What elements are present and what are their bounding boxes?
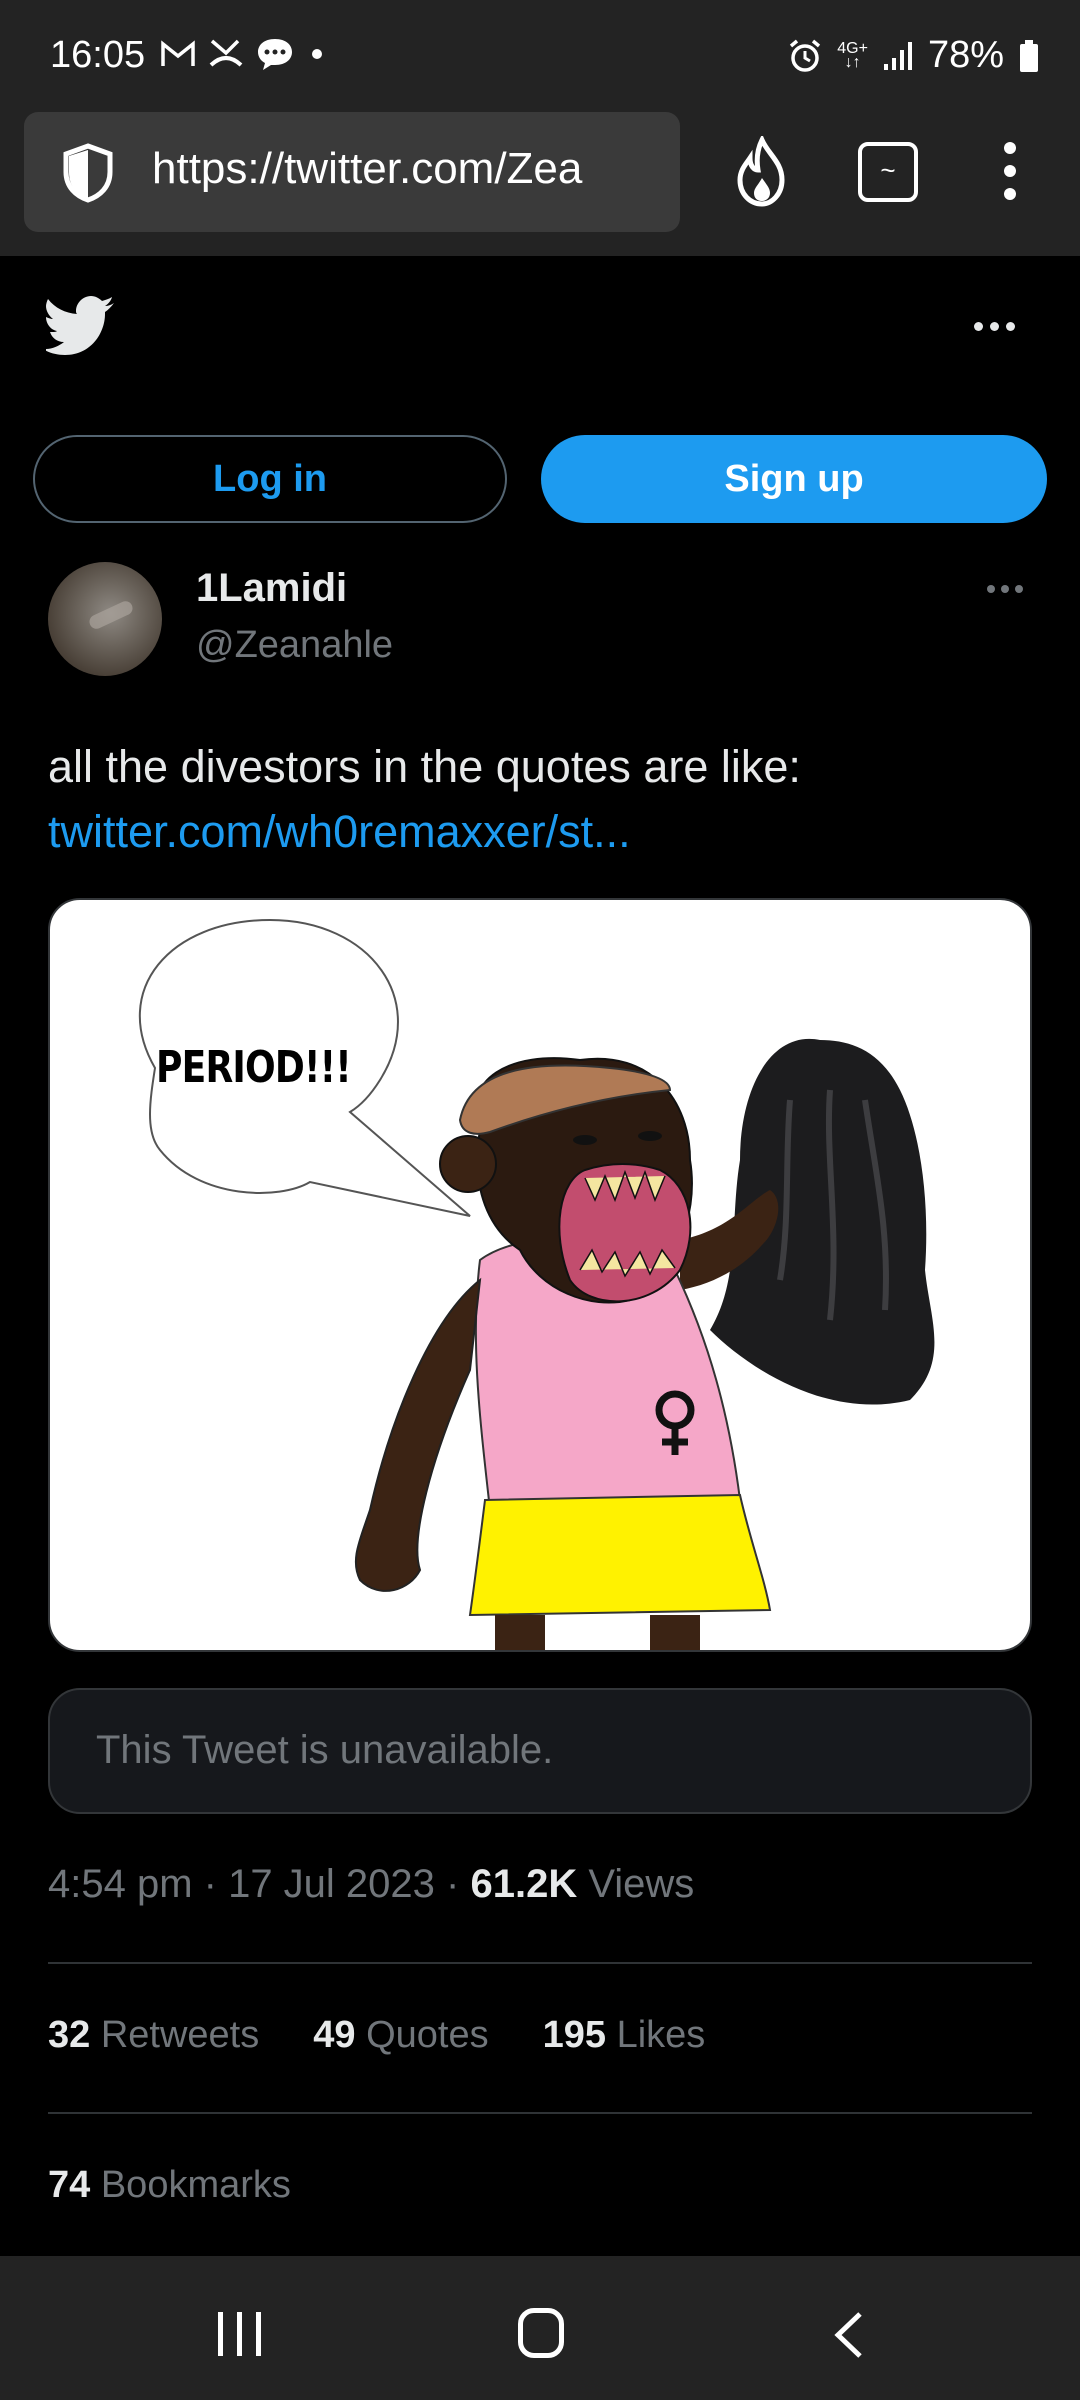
menu-icon[interactable] — [1004, 142, 1016, 211]
views-label: Views — [577, 1862, 695, 1906]
network-type: 4G+ ↓↑ — [837, 39, 868, 71]
avatar[interactable] — [48, 562, 162, 676]
battery-icon — [1020, 39, 1038, 72]
url-bar[interactable]: https://twitter.com/Zea — [24, 112, 680, 232]
bookmarks-stat[interactable]: 74 Bookmarks — [48, 2164, 291, 2207]
chat-icon — [258, 39, 292, 70]
gmail-icon — [161, 40, 195, 66]
tweet-link[interactable]: twitter.com/wh0remaxxer/st... — [48, 800, 631, 864]
home-icon[interactable] — [518, 2308, 564, 2358]
navigation-bar — [0, 2256, 1080, 2400]
tweet-meta: 4:54 pm · 17 Jul 2023 · 61.2K Views — [48, 1862, 694, 1907]
tweet-image[interactable]: PERIOD!!! — [48, 898, 1032, 1652]
author-handle[interactable]: @Zeanahle — [196, 624, 393, 667]
cartoon-illustration — [138, 918, 935, 1650]
timestamp[interactable]: 4:54 pm · 17 Jul 2023 · — [48, 1862, 470, 1906]
more-options-icon[interactable] — [974, 322, 1015, 331]
likes-stat[interactable]: 195 Likes — [543, 2014, 706, 2057]
quoted-tweet-unavailable-text: This Tweet is unavailable. — [96, 1728, 554, 1772]
shield-icon[interactable] — [58, 142, 118, 204]
recent-apps-icon[interactable] — [218, 2312, 261, 2356]
divider — [48, 2112, 1032, 2114]
alarm-icon — [790, 39, 821, 72]
login-button[interactable]: Log in — [33, 435, 507, 523]
battery-percent: 78% — [927, 34, 1004, 76]
author-name[interactable]: 1Lamidi — [196, 566, 347, 611]
signal-icon — [883, 41, 912, 70]
views-count: 61.2K — [470, 1862, 578, 1906]
system-status: 4G+ ↓↑ 78% — [787, 34, 1040, 77]
speech-bubble-text: PERIOD!!! — [156, 1042, 352, 1093]
browser-toolbar: https://twitter.com/Zea ~ — [0, 112, 1080, 256]
tweet-text: all the divestors in the quotes are like… — [48, 741, 801, 792]
retweets-stat[interactable]: 32 Retweets — [48, 2014, 259, 2057]
quotes-stat[interactable]: 49 Quotes — [313, 2014, 488, 2057]
status-bar: 16:05 4G+ ↓↑ 78% — [0, 0, 1080, 112]
fire-icon[interactable] — [732, 136, 792, 208]
twitter-bird-icon[interactable] — [46, 296, 116, 356]
dot-icon — [312, 49, 322, 59]
tweet-more-icon[interactable] — [987, 585, 1023, 593]
missed-call-icon — [209, 39, 243, 67]
notification-icons — [160, 36, 328, 72]
back-icon[interactable] — [830, 2310, 870, 2360]
divider — [48, 1962, 1032, 1964]
tabs-icon[interactable]: ~ — [858, 142, 918, 202]
status-time: 16:05 — [50, 34, 146, 76]
quoted-tweet-card: This Tweet is unavailable. — [48, 1688, 1032, 1814]
url-text[interactable]: https://twitter.com/Zea — [152, 144, 672, 194]
signup-button[interactable]: Sign up — [541, 435, 1047, 523]
engagement-stats: 32 Retweets 49 Quotes 195 Likes — [48, 2014, 759, 2057]
